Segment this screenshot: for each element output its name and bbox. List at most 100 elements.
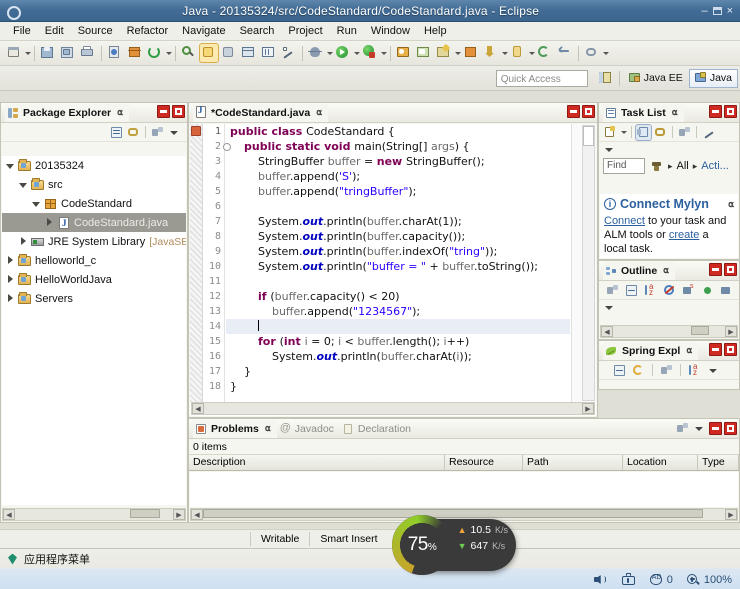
tray-volume[interactable] <box>593 572 608 587</box>
problems-list[interactable] <box>190 472 738 507</box>
tray-zoom[interactable]: 100% <box>686 572 732 587</box>
minimize-panel-button[interactable] <box>709 263 722 276</box>
run-as-dropdown-icon[interactable] <box>380 44 387 62</box>
scroll-left-icon[interactable]: ◀ <box>192 403 204 414</box>
code-line[interactable]: buffer.append('S'); <box>226 169 570 184</box>
collapse-all-icon[interactable] <box>624 283 639 298</box>
code-line[interactable]: if (buffer.capacity() < 20) <box>226 289 570 304</box>
new-annotation-icon[interactable] <box>509 44 527 62</box>
hide-local-icon[interactable] <box>719 283 734 298</box>
tree-item-codestandard-java[interactable]: CodeStandard.java <box>2 213 186 232</box>
view-menu-chevron-icon[interactable] <box>605 303 614 312</box>
open-resource-icon[interactable] <box>415 44 433 62</box>
focus-on-workweek-icon[interactable] <box>677 125 692 140</box>
new-task-icon[interactable] <box>603 125 618 140</box>
previous-edit-icon[interactable] <box>556 44 574 62</box>
view-menu-chevron-icon[interactable] <box>167 125 182 140</box>
close-button[interactable]: × <box>727 5 733 16</box>
previous-annotation-icon[interactable] <box>220 44 238 62</box>
debug-bug-dropdown-icon[interactable] <box>326 44 333 62</box>
tray-toolbox[interactable] <box>621 572 636 587</box>
scheduled-presentation-icon[interactable] <box>653 125 668 140</box>
scroll-track[interactable] <box>204 403 582 414</box>
task-find-input[interactable]: Find <box>603 158 645 174</box>
editor-hscrollbar[interactable]: ◀ ▶ <box>191 402 595 415</box>
tree-expand-arrow-open-icon[interactable] <box>4 159 17 172</box>
print-icon[interactable] <box>79 44 97 62</box>
tab-spring-explorer[interactable]: Spring Expl ⍺ <box>603 341 699 360</box>
application-menu-label[interactable]: 应用程序菜单 <box>24 551 90 567</box>
close-icon[interactable]: ⍺ <box>316 107 322 118</box>
menu-navigate[interactable]: Navigate <box>175 23 232 39</box>
tab-problems[interactable]: Problems ⍺ <box>193 419 277 438</box>
new-package-icon[interactable] <box>462 44 480 62</box>
scroll-right-icon[interactable]: ▶ <box>582 403 594 414</box>
application-menu-icon[interactable] <box>6 553 19 566</box>
toggle-breakpoint-icon[interactable] <box>106 44 124 62</box>
code-line[interactable]: for (int i = 0; i < buffer.length(); i++… <box>226 334 570 349</box>
scroll-track[interactable] <box>15 509 173 520</box>
code-line[interactable] <box>226 199 570 214</box>
minimize-panel-button[interactable] <box>567 105 580 118</box>
tree-item-servers[interactable]: Servers <box>2 289 186 308</box>
tree-item-20135324[interactable]: 20135324 <box>2 156 186 175</box>
tree-item-helloworldjava[interactable]: HelloWorldJava <box>2 270 186 289</box>
last-edit-location-icon[interactable] <box>240 44 258 62</box>
tree-expand-arrow-closed-icon[interactable] <box>4 254 17 267</box>
editor-body[interactable]: 1 2 3 4 5 6 7 8 9 10 11 12 13 14 15 16 17 18 public class… <box>190 124 596 416</box>
run-dropdown-icon[interactable] <box>353 44 360 62</box>
package-explorer-hscrollbar[interactable]: ◀ ▶ <box>2 508 186 521</box>
save-all-icon[interactable] <box>59 44 77 62</box>
maximize-panel-button[interactable] <box>582 105 595 118</box>
error-marker-icon[interactable] <box>191 126 201 136</box>
scroll-track[interactable] <box>613 326 725 337</box>
maximize-panel-button[interactable] <box>724 422 737 435</box>
scroll-right-icon[interactable]: ▶ <box>725 509 737 520</box>
maximize-button[interactable] <box>712 6 722 15</box>
minimize-button[interactable]: – <box>701 5 707 16</box>
maximize-panel-button[interactable] <box>724 343 737 356</box>
minimize-panel-button[interactable] <box>709 343 722 356</box>
outline-hscrollbar[interactable]: ◀ ▶ <box>600 325 738 338</box>
minimize-panel-button[interactable] <box>157 105 170 118</box>
back-icon[interactable] <box>260 44 278 62</box>
next-annotation-icon[interactable] <box>199 43 219 63</box>
hide-fields-icon[interactable] <box>662 283 677 298</box>
view-menu-chevron-icon[interactable] <box>706 363 721 378</box>
code-line[interactable]: buffer.append("tringBuffer"); <box>226 184 570 199</box>
menu-project[interactable]: Project <box>281 23 329 39</box>
scroll-thumb[interactable] <box>583 126 594 146</box>
synchronize-changed-icon[interactable] <box>701 125 716 140</box>
close-icon[interactable]: ⍺ <box>663 265 669 276</box>
fold-toggle-icon[interactable] <box>223 143 231 151</box>
tree-expand-arrow-closed-icon[interactable] <box>4 292 17 305</box>
hide-public-icon[interactable] <box>700 283 715 298</box>
categorized-presentation-icon[interactable] <box>635 123 652 141</box>
tree-item-helloworld-c[interactable]: helloworld_c <box>2 251 186 270</box>
menu-run[interactable]: Run <box>330 23 364 39</box>
code-line[interactable]: public static void main(String[] args) { <box>226 139 570 154</box>
import-icon[interactable] <box>482 44 500 62</box>
new-java-project-icon[interactable] <box>435 43 453 62</box>
open-type-icon[interactable] <box>395 44 413 62</box>
new-annotation-dropdown-icon[interactable] <box>528 44 535 62</box>
perspective-java-ee[interactable]: Java EE <box>623 69 689 88</box>
tree-item-codestandard[interactable]: CodeStandard <box>2 194 186 213</box>
tab-outline[interactable]: Outline ⍺ <box>603 261 676 280</box>
sort-icon[interactable]: a z <box>687 362 702 378</box>
quick-access-input[interactable]: Quick Access <box>495 69 588 87</box>
tree-expand-arrow-closed-icon[interactable] <box>43 216 56 229</box>
menu-help[interactable]: Help <box>417 23 454 39</box>
menu-window[interactable]: Window <box>364 23 417 39</box>
tab-javadoc[interactable]: @ Javadoc <box>277 420 340 438</box>
tab-package-explorer[interactable]: Package Explorer ⍺ <box>5 103 130 122</box>
editor-marker-bar[interactable] <box>190 124 203 402</box>
run-as-icon[interactable] <box>361 44 379 62</box>
scroll-left-icon[interactable]: ◀ <box>3 509 15 520</box>
close-icon[interactable]: ⍺ <box>728 199 734 210</box>
new-wizard-dropdown-icon[interactable] <box>24 44 31 62</box>
code-line[interactable]: System.out.println("buffer = " + buffer.… <box>226 259 570 274</box>
new-class-icon[interactable] <box>126 44 144 62</box>
code-line[interactable]: System.out.println(buffer.charAt(1)); <box>226 214 570 229</box>
menu-refactor[interactable]: Refactor <box>120 23 176 39</box>
